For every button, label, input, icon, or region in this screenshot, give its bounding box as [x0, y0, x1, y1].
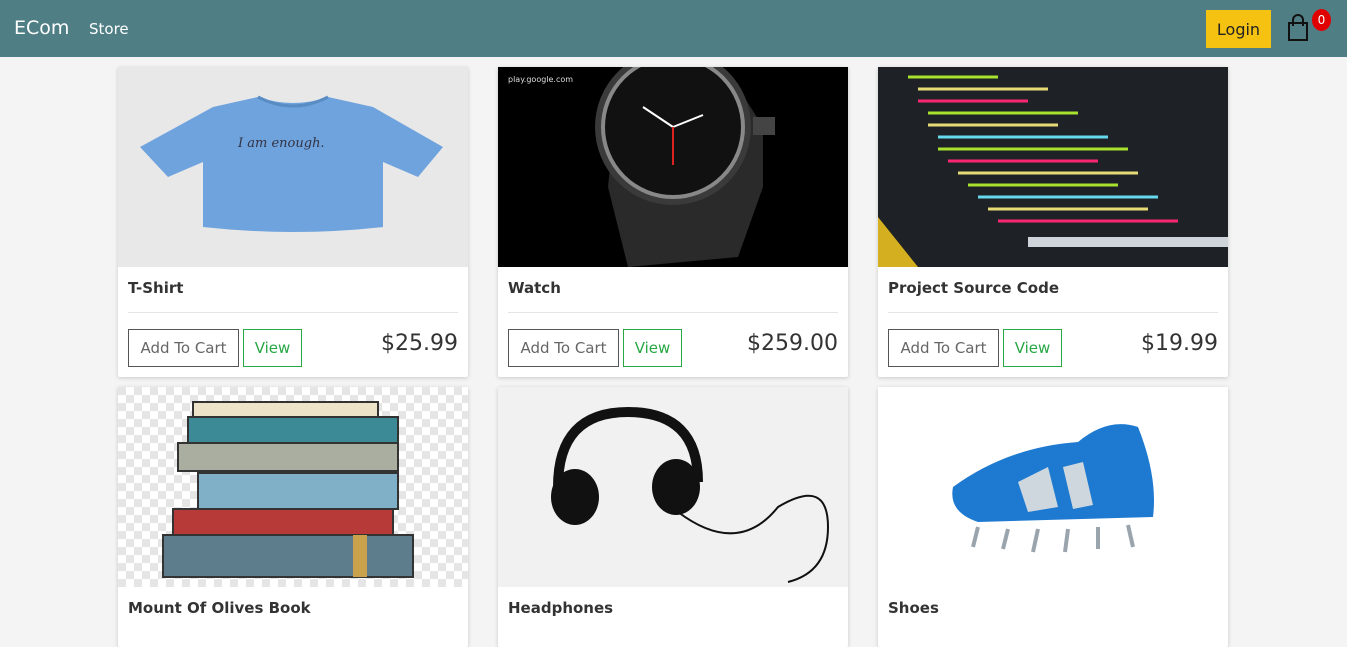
- product-title[interactable]: T-Shirt: [128, 279, 183, 297]
- login-button[interactable]: Login: [1206, 10, 1271, 48]
- product-card: Shoes: [878, 387, 1228, 647]
- image-caption: play.google.com: [508, 75, 573, 84]
- product-card: play.google.com Watch Add To Cart View $…: [498, 67, 848, 377]
- product-image-watch[interactable]: play.google.com: [498, 67, 848, 267]
- svg-text:I am enough.: I am enough.: [237, 136, 325, 151]
- top-navbar: ECom Store Login 0: [0, 0, 1347, 57]
- product-title[interactable]: Watch: [508, 279, 561, 297]
- product-image-headphones[interactable]: [498, 387, 848, 587]
- view-button[interactable]: View: [623, 329, 682, 367]
- brand-logo[interactable]: ECom: [14, 17, 69, 39]
- add-to-cart-button[interactable]: Add To Cart: [128, 329, 239, 367]
- product-title[interactable]: Mount Of Olives Book: [128, 599, 311, 617]
- card-divider: [128, 312, 458, 313]
- view-button[interactable]: View: [1003, 329, 1062, 367]
- product-title[interactable]: Project Source Code: [888, 279, 1059, 297]
- card-divider: [888, 312, 1218, 313]
- card-divider: [508, 312, 838, 313]
- product-price: $25.99: [381, 331, 458, 356]
- product-image-tshirt[interactable]: I am enough.: [118, 67, 468, 267]
- product-title[interactable]: Headphones: [508, 599, 613, 617]
- cart-bag-icon[interactable]: [1286, 14, 1310, 42]
- product-card: Mount Of Olives Book: [118, 387, 468, 647]
- cart-count-badge: 0: [1312, 9, 1331, 31]
- add-to-cart-button[interactable]: Add To Cart: [508, 329, 619, 367]
- add-to-cart-button[interactable]: Add To Cart: [888, 329, 999, 367]
- product-price: $259.00: [747, 331, 838, 356]
- product-title[interactable]: Shoes: [888, 599, 939, 617]
- product-card: Project Source Code Add To Cart View $19…: [878, 67, 1228, 377]
- nav-store-link[interactable]: Store: [89, 20, 129, 38]
- product-image-book[interactable]: [118, 387, 468, 587]
- product-image-code[interactable]: [878, 67, 1228, 267]
- view-button[interactable]: View: [243, 329, 302, 367]
- product-image-shoes[interactable]: [878, 387, 1228, 587]
- product-card: I am enough. T-Shirt Add To Cart View $2…: [118, 67, 468, 377]
- product-price: $19.99: [1141, 331, 1218, 356]
- product-card: Headphones: [498, 387, 848, 647]
